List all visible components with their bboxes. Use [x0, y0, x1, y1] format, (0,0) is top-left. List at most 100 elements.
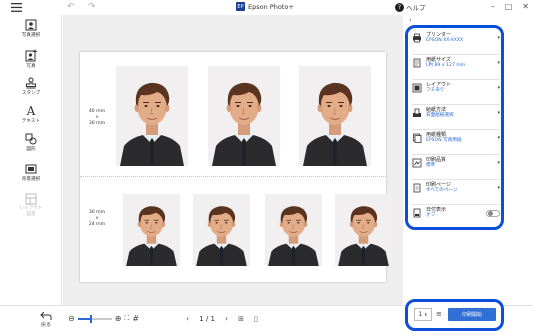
tool-label: スタンプ — [21, 91, 41, 96]
chevron-down-icon: ▾ — [497, 35, 500, 41]
undo-icon[interactable]: ↶ — [67, 2, 75, 12]
tool-label: 図形 — [26, 147, 36, 152]
tool-label: 写真選択 — [21, 33, 41, 38]
paper-type-icon — [413, 133, 422, 143]
setting-paper-feed[interactable]: 給紙方法 背面給紙選択 ▾ — [412, 107, 500, 119]
setting-print-quality[interactable]: 印刷品質 標準 ▾ — [412, 157, 500, 169]
paper-size-icon — [413, 58, 421, 68]
chevron-down-icon: ▾ — [497, 110, 500, 116]
preview-canvas: 40 mm × 30 mm 30 mm × 24 mm — [63, 15, 403, 305]
tool-photo[interactable]: 写真 — [11, 49, 51, 69]
tool-stamp[interactable]: スタンプ — [11, 77, 51, 96]
print-paper: 40 mm × 30 mm 30 mm × 24 mm — [80, 52, 392, 282]
hamburger-menu-icon[interactable] — [11, 3, 22, 12]
back-arrow-icon — [40, 311, 52, 320]
tool-layout-settings: レイアウト 設定 — [11, 193, 51, 217]
setting-value: オフ — [426, 213, 436, 218]
zoom-out-icon[interactable]: ⊖ — [68, 314, 75, 323]
divider — [412, 104, 500, 105]
print-pages-icon — [413, 183, 421, 193]
tool-label: 写真 — [26, 64, 36, 69]
setting-value: L判 89 x 127 mm — [426, 63, 466, 68]
maximize-icon[interactable]: □ — [505, 2, 513, 11]
help-label: ヘルプ — [406, 4, 426, 12]
print-start-button[interactable]: 印刷開始 — [448, 308, 496, 321]
panel-collapse-icon[interactable]: › — [409, 16, 412, 24]
setting-printer[interactable]: プリンター EPSON XX-XXXX ▾ — [412, 32, 500, 44]
setting-date-display[interactable]: 日付表示 オフ — [412, 207, 500, 219]
help-icon: ? — [395, 2, 404, 12]
stamp-icon — [26, 77, 36, 89]
photo-add-icon — [25, 49, 37, 62]
divider — [412, 79, 500, 80]
divider — [412, 179, 500, 180]
close-icon[interactable]: ✕ — [522, 2, 529, 11]
zoom-slider-knob[interactable] — [89, 314, 92, 323]
setting-value: 標準 — [426, 163, 436, 168]
divider — [412, 204, 500, 205]
tool-text[interactable]: A テキスト — [11, 105, 51, 124]
tool-label: テキスト — [21, 119, 41, 124]
date-toggle[interactable] — [486, 209, 500, 217]
print-settings-panel: プリンター EPSON XX-XXXX ▾ 用紙サイズ L判 89 x 127 mm… — [405, 25, 504, 230]
text-icon: A — [26, 104, 36, 118]
setting-paper-type[interactable]: 用紙種類 EPSON 写真用紙 ▾ — [412, 132, 500, 144]
id-photo[interactable] — [208, 66, 280, 166]
shape-icon — [25, 133, 37, 145]
stepper-icon[interactable]: ⬍ — [424, 312, 427, 317]
id-photo[interactable] — [116, 66, 188, 166]
zoom-controls: ⊖ ⊕ ⛶ # — [68, 314, 139, 323]
add-page-icon[interactable]: ⊞ — [238, 315, 244, 323]
setting-paper-size[interactable]: 用紙サイズ L判 89 x 127 mm ▾ — [412, 57, 500, 69]
prev-page-icon[interactable]: ‹ — [186, 314, 189, 323]
zoom-slider-fill — [77, 317, 90, 320]
chevron-down-icon: ▾ — [497, 160, 500, 166]
copies-icon: ≡ — [436, 310, 442, 318]
chevron-down-icon: ▾ — [497, 85, 500, 91]
id-photo[interactable] — [193, 194, 250, 266]
date-icon — [413, 208, 421, 218]
back-label: 戻る — [40, 322, 51, 328]
chevron-down-icon: ▾ — [497, 135, 500, 141]
tool-background[interactable]: 背景選択 — [11, 163, 51, 182]
page-navigator: ‹ 1 / 1 › ⊞ ▯ — [186, 314, 258, 323]
delete-page-icon[interactable]: ▯ — [254, 315, 258, 323]
tool-label: レイアウト 設定 — [19, 206, 43, 217]
copies-field[interactable]: 1 ⬍ — [414, 308, 432, 321]
chevron-down-icon: ▾ — [497, 60, 500, 66]
id-photo[interactable] — [265, 194, 322, 266]
zoom-in-icon[interactable]: ⊕ — [115, 314, 122, 323]
background-icon — [25, 164, 37, 174]
fit-to-window-icon[interactable]: ⛶ — [124, 314, 129, 323]
zoom-slider[interactable] — [77, 314, 112, 323]
grid-icon[interactable]: # — [132, 314, 139, 323]
page-indicator: 1 / 1 — [199, 314, 215, 323]
divider — [412, 154, 500, 155]
setting-value: フチあり — [426, 88, 445, 93]
title-bar: ↶ ↷ EP Epson Photo+ ? ヘルプ – □ ✕ — [0, 0, 533, 15]
id-photo[interactable] — [335, 194, 392, 266]
back-button[interactable]: 戻る — [40, 311, 52, 328]
photo-select-icon — [25, 19, 37, 31]
tool-shape[interactable]: 図形 — [11, 133, 51, 152]
print-action-group: 1 ⬍ ≡ 印刷開始 — [405, 299, 504, 331]
next-page-icon[interactable]: › — [225, 314, 228, 323]
id-photo[interactable] — [123, 194, 180, 266]
setting-value: EPSON 写真用紙 — [426, 138, 462, 143]
setting-print-pages[interactable]: 印刷ページ すべてのページ ▾ — [412, 182, 500, 194]
row2-size-label: 30 mm × 24 mm — [88, 210, 106, 227]
cut-line — [80, 176, 386, 177]
redo-icon[interactable]: ↷ — [88, 2, 96, 12]
id-photo[interactable] — [299, 66, 371, 166]
chevron-down-icon: ▾ — [497, 185, 500, 191]
minimize-icon[interactable]: – — [491, 2, 495, 11]
tool-photo-select[interactable]: 写真選択 — [11, 19, 51, 38]
tool-sidebar: 写真選択 写真 スタンプ A テキスト 図形 背景選択 レイアウト 設定 — [0, 15, 62, 305]
help-button[interactable]: ? ヘルプ — [395, 2, 426, 12]
setting-value: 背面給紙選択 — [426, 113, 454, 118]
divider — [412, 54, 500, 55]
window-controls: – □ ✕ — [491, 2, 529, 11]
setting-layout[interactable]: レイアウト フチあり ▾ — [412, 82, 500, 94]
copies-value: 1 — [418, 311, 423, 318]
row1-size-label: 40 mm × 30 mm — [88, 109, 106, 126]
